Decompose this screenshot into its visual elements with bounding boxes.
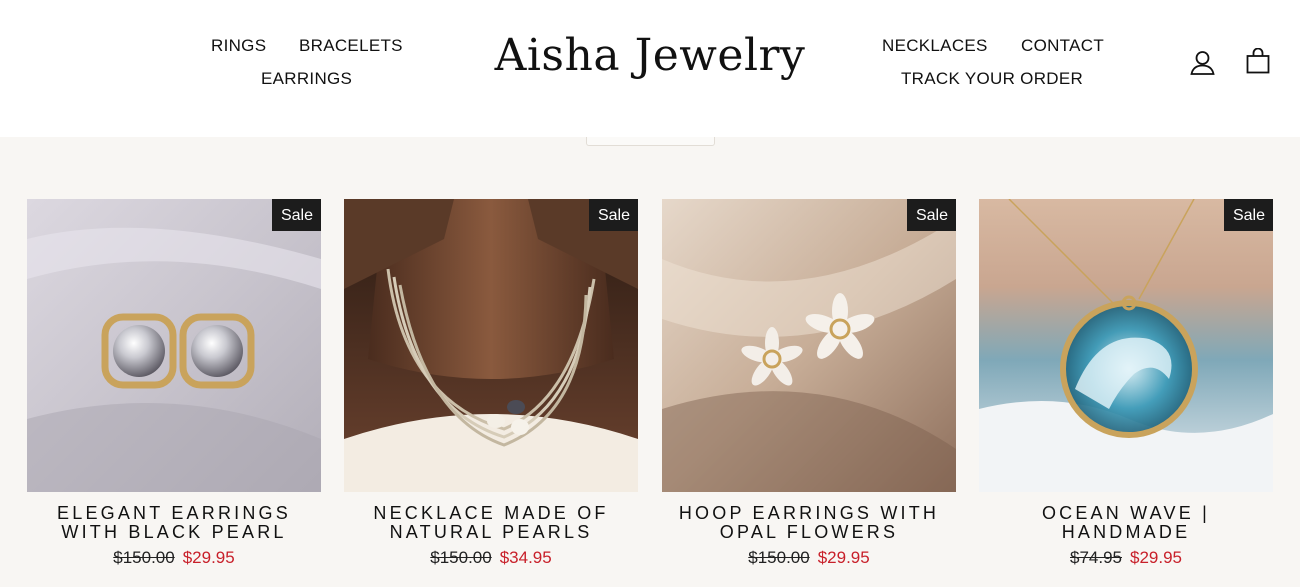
sale-badge: Sale — [588, 199, 638, 231]
product-price: $150.00 $29.95 — [662, 548, 956, 568]
product-price: $150.00 $34.95 — [344, 548, 638, 568]
product-image[interactable]: Sale — [27, 199, 321, 492]
sale-price: $34.95 — [499, 548, 552, 567]
sale-badge: Sale — [906, 199, 956, 231]
sale-price: $29.95 — [182, 548, 235, 567]
sale-badge: Sale — [271, 199, 321, 231]
original-price: $150.00 — [113, 548, 175, 567]
original-price: $150.00 — [430, 548, 492, 567]
sale-badge: Sale — [1223, 199, 1273, 231]
product-image[interactable]: Sale — [979, 199, 1273, 492]
product-card[interactable]: Sale HOOP EARRINGS WITH OPAL FLOWERS $15… — [662, 199, 956, 568]
sale-price: $29.95 — [1130, 548, 1182, 567]
product-image[interactable]: Sale — [662, 199, 956, 492]
product-price: $74.95 $29.95 — [979, 548, 1273, 568]
sale-price: $29.95 — [817, 548, 870, 567]
product-title[interactable]: HOOP EARRINGS WITH OPAL FLOWERS — [662, 504, 956, 542]
product-card[interactable]: Sale ELEGANT EARRINGS WITH BLACK PEARL $… — [27, 199, 321, 568]
site-logo[interactable]: Aisha Jewelry — [0, 30, 1300, 81]
sort-tab[interactable] — [586, 137, 715, 146]
original-price: $74.95 — [1070, 548, 1122, 567]
product-card[interactable]: Sale NECKLACE MADE OF NATURAL PEARLS $15… — [344, 199, 638, 568]
cart-icon[interactable] — [1246, 47, 1270, 79]
product-image[interactable]: Sale — [344, 199, 638, 492]
product-title[interactable]: NECKLACE MADE OF NATURAL PEARLS — [344, 504, 638, 542]
original-price: $150.00 — [748, 548, 810, 567]
user-icon[interactable] — [1190, 50, 1215, 81]
product-title[interactable]: OCEAN WAVE | HANDMADE — [979, 504, 1273, 542]
product-price: $150.00 $29.95 — [27, 548, 321, 568]
product-card[interactable]: Sale OCEAN WAVE | HANDMADE $74.95 $29.95 — [979, 199, 1273, 568]
nav-necklaces[interactable]: NECKLACES — [882, 36, 988, 56]
site-header: RINGS BRACELETS EARRINGS Aisha Jewelry N… — [0, 0, 1300, 137]
product-title[interactable]: ELEGANT EARRINGS WITH BLACK PEARL — [27, 504, 321, 542]
nav-track-order[interactable]: TRACK YOUR ORDER — [901, 69, 1083, 89]
nav-contact[interactable]: CONTACT — [1021, 36, 1104, 56]
